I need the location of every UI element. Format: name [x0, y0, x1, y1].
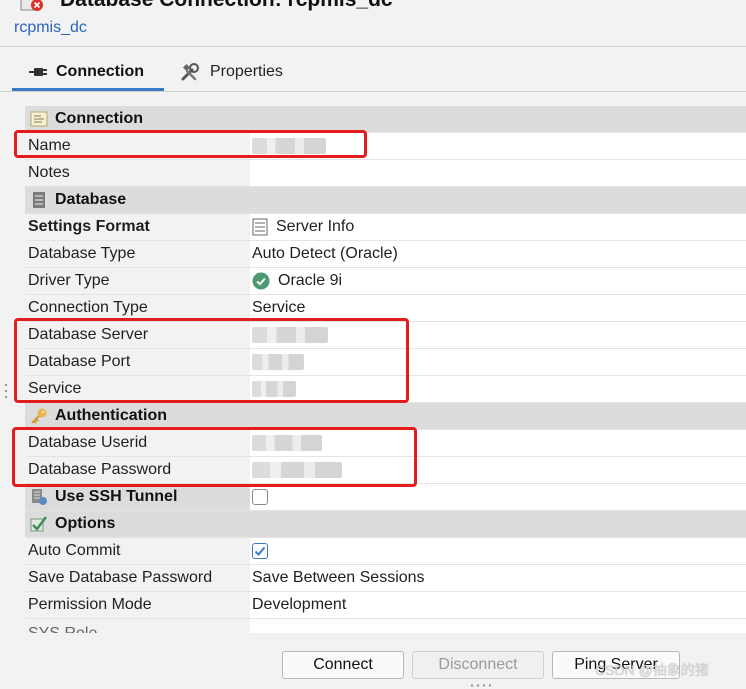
checkmark-icon: [254, 546, 266, 556]
database-password-value[interactable]: [250, 457, 746, 483]
connection-type-value[interactable]: Service: [250, 295, 746, 321]
database-server-value[interactable]: [250, 322, 746, 348]
connection-type-label: Connection Type: [28, 299, 148, 316]
save-password-text: Save Between Sessions: [252, 569, 425, 586]
row-settings-format[interactable]: Settings Format Server Info: [25, 214, 746, 241]
disconnect-button[interactable]: Disconnect: [412, 651, 544, 679]
property-grid: Connection Name Notes Database Settings …: [25, 106, 746, 633]
row-database-userid[interactable]: Database Userid: [25, 430, 746, 457]
row-database-server[interactable]: Database Server: [25, 322, 746, 349]
ssh-tunnel-value[interactable]: [250, 484, 746, 510]
database-port-label: Database Port: [28, 353, 131, 370]
row-connection-type[interactable]: Connection Type Service: [25, 295, 746, 322]
server-info-icon: [252, 218, 268, 236]
tab-properties[interactable]: Properties: [180, 61, 283, 83]
section-connection-title: Connection: [55, 110, 143, 127]
section-options[interactable]: Options: [25, 511, 746, 538]
section-authentication-title: Authentication: [55, 407, 167, 424]
database-error-icon: [20, 0, 43, 11]
section-connection[interactable]: Connection: [25, 106, 746, 133]
driver-type-value[interactable]: Oracle 9i: [250, 268, 746, 294]
options-check-icon: [30, 516, 47, 532]
check-circle-icon: [252, 272, 270, 290]
row-database-port[interactable]: Database Port: [25, 349, 746, 376]
connect-button[interactable]: Connect: [282, 651, 404, 679]
row-name[interactable]: Name: [25, 133, 746, 160]
database-type-text: Auto Detect (Oracle): [252, 245, 398, 262]
section-database-title: Database: [55, 191, 127, 208]
watermark: CSDN @抽象的猪: [595, 662, 709, 678]
key-icon: [31, 408, 47, 424]
row-save-password[interactable]: Save Database Password Save Between Sess…: [25, 565, 746, 592]
title-bar: Database Connection: rcpmis_dc: [0, 0, 746, 14]
ssh-tunnel-icon: [32, 489, 47, 505]
notes-value[interactable]: [250, 160, 746, 186]
redacted-value: [252, 462, 342, 478]
section-authentication[interactable]: Authentication: [25, 403, 746, 430]
save-password-label: Save Database Password: [28, 569, 213, 586]
driver-type-label: Driver Type: [28, 272, 110, 289]
resize-handle-icon[interactable]: [470, 684, 492, 687]
service-label: Service: [28, 380, 82, 397]
connection-name-link[interactable]: rcpmis_dc: [14, 19, 87, 37]
service-value[interactable]: [250, 376, 746, 402]
button-bar: Connect Disconnect Ping Server CSDN @抽象的…: [0, 640, 746, 689]
redacted-value: [252, 435, 322, 451]
row-driver-type[interactable]: Driver Type Oracle 9i: [25, 268, 746, 295]
redacted-value: [252, 138, 326, 154]
auto-commit-checkbox[interactable]: [252, 543, 268, 559]
settings-format-value[interactable]: Server Info: [250, 214, 746, 240]
database-section-icon: [33, 192, 45, 208]
redacted-value: [252, 327, 328, 343]
database-server-label: Database Server: [28, 326, 149, 343]
database-userid-value[interactable]: [250, 430, 746, 456]
plug-icon: [29, 68, 47, 76]
wrench-icon: [181, 63, 199, 81]
section-ssh-tunnel-title: Use SSH Tunnel: [55, 488, 178, 505]
database-port-value[interactable]: [250, 349, 746, 375]
settings-format-label: Settings Format: [28, 218, 150, 235]
section-ssh-tunnel[interactable]: Use SSH Tunnel: [25, 484, 746, 511]
notes-label: Notes: [28, 164, 70, 181]
row-permission-mode[interactable]: Permission Mode Development: [25, 592, 746, 619]
section-options-title: Options: [55, 515, 116, 532]
connection-section-icon: [30, 111, 48, 127]
redacted-value: [252, 354, 304, 370]
database-password-label: Database Password: [28, 461, 172, 478]
driver-type-text: Oracle 9i: [278, 272, 343, 289]
name-value[interactable]: [250, 133, 746, 159]
row-service[interactable]: Service: [25, 376, 746, 403]
auto-commit-label: Auto Commit: [28, 542, 121, 559]
row-database-password[interactable]: Database Password: [25, 457, 746, 484]
tab-bar: Connection Properties: [0, 46, 746, 97]
tab-connection[interactable]: Connection: [28, 61, 144, 83]
redacted-value: [252, 381, 296, 397]
database-type-value[interactable]: Auto Detect (Oracle): [250, 241, 746, 267]
name-label: Name: [28, 137, 71, 154]
ssh-tunnel-checkbox[interactable]: [252, 489, 268, 505]
tab-divider: [0, 91, 746, 92]
window-title: Database Connection: rcpmis_dc: [60, 0, 393, 12]
tab-connection-label: Connection: [56, 63, 144, 80]
permission-mode-text: Development: [252, 596, 347, 613]
tab-properties-label: Properties: [210, 63, 283, 80]
section-database[interactable]: Database: [25, 187, 746, 214]
database-type-label: Database Type: [28, 245, 136, 262]
permission-mode-value[interactable]: Development: [250, 592, 746, 618]
row-database-type[interactable]: Database Type Auto Detect (Oracle): [25, 241, 746, 268]
settings-format-text: Server Info: [276, 218, 355, 235]
row-notes[interactable]: Notes: [25, 160, 746, 187]
row-partial[interactable]: SYS Role: [25, 619, 746, 633]
partial-label: SYS Role: [28, 625, 97, 633]
connection-type-text: Service: [252, 299, 306, 316]
auto-commit-value[interactable]: [250, 538, 746, 564]
row-auto-commit[interactable]: Auto Commit: [25, 538, 746, 565]
save-password-value[interactable]: Save Between Sessions: [250, 565, 746, 591]
splitter-handle-icon[interactable]: [4, 382, 8, 406]
permission-mode-label: Permission Mode: [28, 596, 152, 613]
partial-value[interactable]: [250, 619, 746, 633]
database-userid-label: Database Userid: [28, 434, 148, 451]
